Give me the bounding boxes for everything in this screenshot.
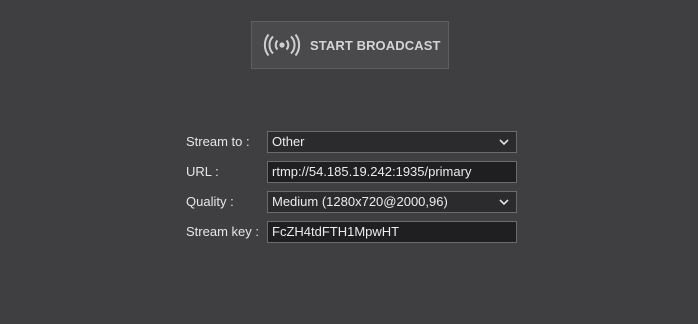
broadcast-icon — [263, 34, 301, 56]
quality-value: Medium (1280x720@2000,96) — [272, 194, 448, 209]
chevron-down-icon — [499, 199, 509, 206]
stream-key-value: FcZH4tdFTH1MpwHT — [272, 224, 400, 239]
url-value: rtmp://54.185.19.242:1935/primary — [272, 164, 472, 179]
url-label: URL : — [186, 164, 219, 179]
start-broadcast-label: START BROADCAST — [310, 38, 441, 53]
stream-key-label: Stream key : — [186, 224, 259, 239]
stream-to-value: Other — [272, 134, 305, 149]
quality-label: Quality : — [186, 194, 234, 209]
stream-key-input[interactable]: FcZH4tdFTH1MpwHT — [267, 221, 517, 243]
start-broadcast-button[interactable]: START BROADCAST — [251, 21, 449, 69]
quality-select[interactable]: Medium (1280x720@2000,96) — [267, 191, 517, 213]
stream-to-select[interactable]: Other — [267, 131, 517, 153]
url-input[interactable]: rtmp://54.185.19.242:1935/primary — [267, 161, 517, 183]
stream-to-label: Stream to : — [186, 134, 250, 149]
chevron-down-icon — [499, 139, 509, 146]
